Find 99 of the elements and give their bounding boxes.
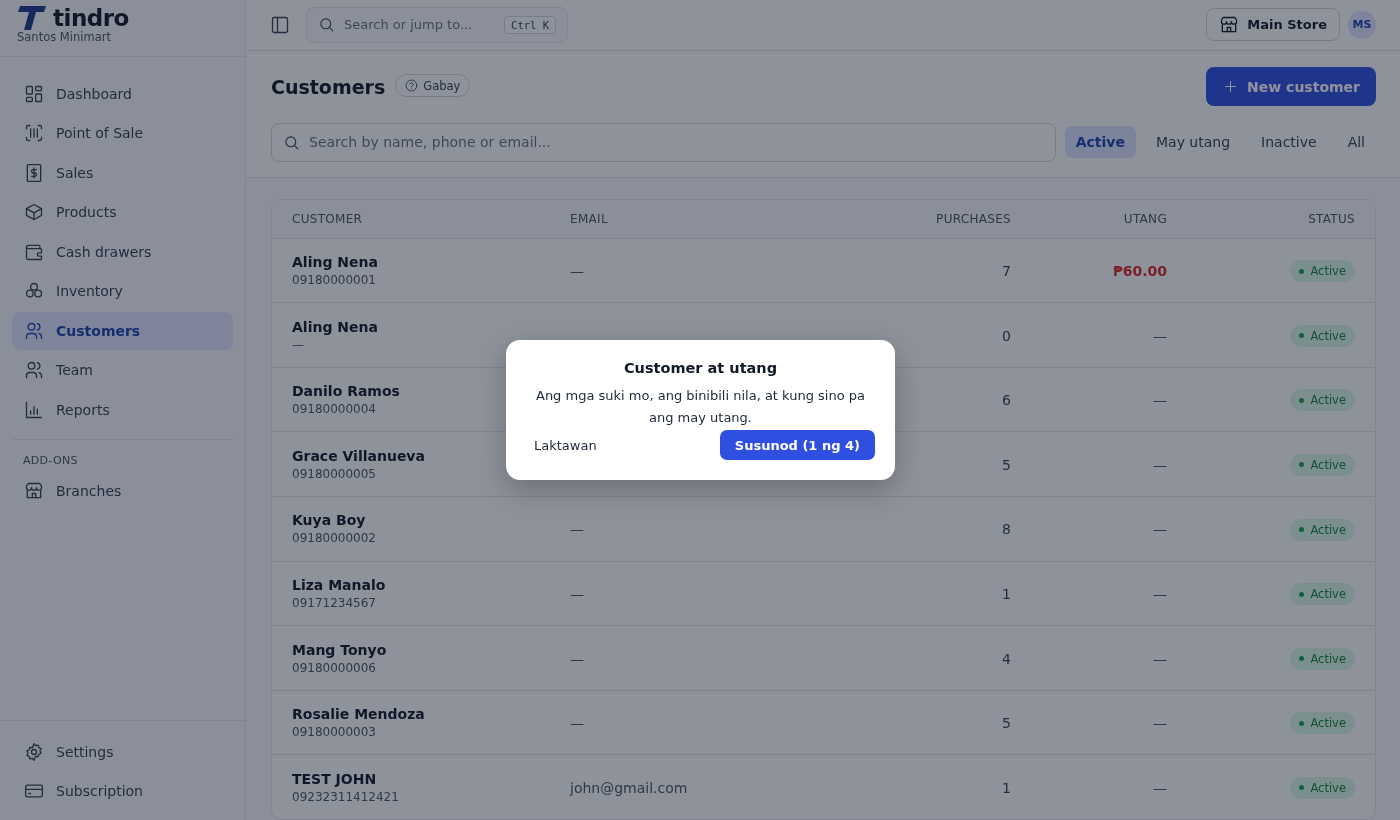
status-badge: Active <box>1290 647 1355 670</box>
sidebar-toggle-icon[interactable] <box>270 14 290 35</box>
utang-cell: — <box>1153 585 1167 602</box>
purchases-cell: 0 <box>1002 327 1011 344</box>
utang-cell: — <box>1153 779 1167 796</box>
gear-icon <box>24 741 44 762</box>
customer-search-field[interactable]: Search by name, phone or email... <box>271 122 1056 162</box>
status-badge: Active <box>1290 389 1355 412</box>
utang-cell: — <box>1153 650 1167 667</box>
dashboard-icon <box>24 83 44 104</box>
customer-name: Grace Villanueva <box>292 447 425 464</box>
customer-phone: 09232311412421 <box>292 789 399 804</box>
sidebar-item[interactable]: Team <box>12 351 233 389</box>
utang-cell: — <box>1153 456 1167 473</box>
customer-name: Aling Nena <box>292 253 378 270</box>
customer-name: Kuya Boy <box>292 512 366 529</box>
purchases-cell: 7 <box>1002 262 1011 279</box>
purchases-cell: 5 <box>1002 456 1011 473</box>
filter-tab[interactable]: May utang <box>1144 126 1242 159</box>
store-icon <box>1219 14 1240 35</box>
customer-phone: 09180000002 <box>292 531 376 546</box>
barcode-scan-icon <box>24 123 44 144</box>
sidebar-item[interactable]: Settings <box>12 733 233 771</box>
sidebar-item[interactable]: Dashboard <box>12 75 233 113</box>
page-title: Customers <box>271 75 386 98</box>
filter-tab[interactable]: All <box>1336 126 1376 159</box>
customer-phone: 09180000003 <box>292 725 376 740</box>
help-button[interactable]: Gabay <box>395 74 471 98</box>
email-cell: — <box>570 262 584 279</box>
column-header: EMAIL <box>570 211 609 226</box>
column-header: CUSTOMER <box>292 211 364 226</box>
utang-cell: — <box>1153 327 1167 344</box>
purchases-cell: 4 <box>1002 650 1011 667</box>
new-customer-button[interactable]: New customer <box>1206 67 1376 107</box>
search-icon <box>283 133 300 151</box>
email-cell: — <box>570 715 584 732</box>
sidebar-item[interactable]: Customers <box>12 312 233 350</box>
status-badge: Active <box>1290 583 1355 606</box>
utang-cell: ₱60.00 <box>1112 262 1167 279</box>
search-icon <box>318 16 335 34</box>
customer-phone: 09180000004 <box>292 402 376 417</box>
sidebar-item[interactable]: Cash drawers <box>12 233 233 271</box>
customer-phone: 09180000006 <box>292 660 376 675</box>
status-badge: Active <box>1290 324 1355 347</box>
dialog-text: Ang mga suki mo, ang binibili nila, at kung sino pa ang may utang. <box>535 387 866 427</box>
help-icon <box>405 79 419 93</box>
store-button[interactable]: Main Store <box>1206 8 1340 42</box>
customer-name: Aling Nena <box>292 318 378 335</box>
customer-phone: 09180000001 <box>292 272 376 287</box>
customer-name: Danilo Ramos <box>292 383 400 400</box>
filter-tab[interactable]: Active <box>1064 126 1136 159</box>
sidebar-item[interactable]: Point of Sale <box>12 114 233 152</box>
section-label: ADD-ONS <box>22 452 79 469</box>
bar-chart-icon <box>24 399 44 420</box>
sidebar-item[interactable]: Reports <box>12 391 233 429</box>
email-cell: — <box>570 650 584 667</box>
customer-name: Liza Manalo <box>292 576 386 593</box>
email-cell: — <box>570 521 584 538</box>
users-icon <box>24 360 44 381</box>
status-badge: Active <box>1290 260 1355 283</box>
store-name: Santos Minimart <box>17 30 112 44</box>
sidebar-item[interactable]: Branches <box>12 472 233 510</box>
email-cell: john@gmail.com <box>570 779 688 796</box>
receipt-icon <box>24 162 44 183</box>
user-avatar[interactable]: MS <box>1348 10 1376 39</box>
customer-name: Mang Tonyo <box>292 641 387 658</box>
sidebar-item[interactable]: Products <box>12 193 233 231</box>
customer-phone: 09180000005 <box>292 466 376 481</box>
customer-name: TEST JOHN <box>292 770 377 787</box>
status-badge: Active <box>1290 454 1355 476</box>
purchases-cell: 6 <box>1002 392 1011 409</box>
dialog-title: Customer at utang <box>623 360 778 376</box>
customer-name: Rosalie Mendoza <box>292 706 425 723</box>
utang-cell: — <box>1153 715 1167 732</box>
sidebar-item[interactable]: Subscription <box>12 772 233 810</box>
sidebar-item[interactable]: Inventory <box>12 272 233 310</box>
customer-phone: — <box>292 337 304 352</box>
column-header: STATUS <box>1307 211 1355 226</box>
users-icon <box>24 320 44 341</box>
utang-cell: — <box>1153 521 1167 538</box>
column-header: UTANG <box>1122 211 1167 226</box>
filter-tab[interactable]: Inactive <box>1250 126 1328 159</box>
utang-cell: — <box>1153 392 1167 409</box>
purchases-cell: 1 <box>1002 779 1011 796</box>
logo-icon <box>17 5 47 31</box>
email-cell: — <box>570 585 584 602</box>
column-header: PURCHASES <box>935 211 1011 226</box>
brand-name: tindro <box>53 5 129 31</box>
purchases-cell: 5 <box>1002 715 1011 732</box>
next-button[interactable]: Susunod (1 ng 4) <box>719 430 875 460</box>
skip-button[interactable]: Laktawan <box>526 433 605 457</box>
purchases-cell: 8 <box>1002 521 1011 538</box>
status-badge: Active <box>1290 518 1355 541</box>
status-badge: Active <box>1290 776 1355 799</box>
box-icon <box>24 202 44 223</box>
purchases-cell: 1 <box>1002 585 1011 602</box>
status-badge: Active <box>1290 712 1355 735</box>
customer-phone: 09171234567 <box>292 595 376 610</box>
sidebar-item[interactable]: Sales <box>12 154 233 192</box>
